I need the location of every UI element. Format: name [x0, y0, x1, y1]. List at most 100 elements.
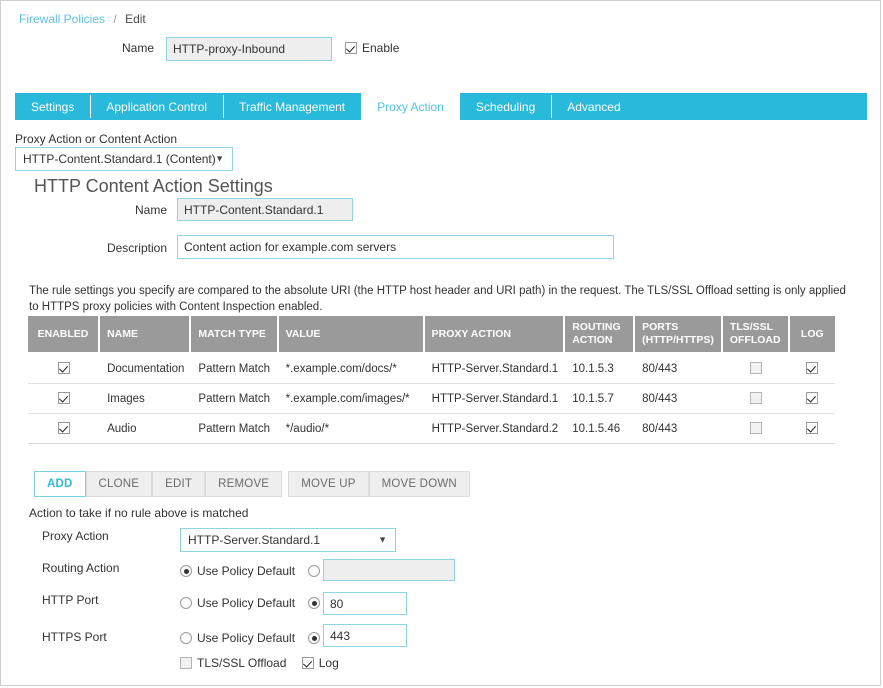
https-use-policy-default-label: Use Policy Default [197, 631, 295, 645]
row-ports-cell: 80/443 [635, 384, 723, 414]
content-action-description-input[interactable] [177, 235, 614, 259]
policy-enable-label: Enable [362, 41, 399, 55]
tab-advanced[interactable]: Advanced [551, 93, 636, 120]
http-use-policy-default-option[interactable]: Use Policy Default [180, 596, 295, 610]
move-down-button[interactable]: MOVE DOWN [369, 471, 470, 497]
row-log-cell[interactable] [790, 384, 835, 414]
log-toggle[interactable]: Log [302, 656, 339, 670]
https-use-policy-default-radio[interactable] [180, 632, 192, 644]
row-log-checkbox[interactable] [806, 392, 818, 404]
content-action-name-input[interactable] [177, 198, 353, 221]
move-up-button[interactable]: MOVE UP [288, 471, 368, 497]
row-tls-offload-cell[interactable] [723, 384, 790, 414]
breadcrumb-separator: / [113, 12, 116, 26]
column-header-name[interactable]: NAME [100, 316, 191, 354]
tls-ssl-offload-toggle[interactable]: TLS/SSL Offload [180, 656, 286, 670]
tab-proxy-action[interactable]: Proxy Action [361, 93, 460, 120]
column-header-value[interactable]: VALUE [279, 316, 425, 354]
tab-traffic-management[interactable]: Traffic Management [223, 93, 361, 120]
row-match-type-cell: Pattern Match [191, 414, 278, 444]
column-header-log[interactable]: LOG [790, 316, 835, 354]
default-proxy-action-select[interactable]: HTTP-Server.Standard.1 ▼ [180, 528, 396, 552]
http-use-radio[interactable] [308, 597, 320, 609]
add-button[interactable]: ADD [34, 471, 86, 497]
table-row[interactable]: Images Pattern Match *.example.com/image… [28, 384, 835, 414]
row-log-cell[interactable] [790, 354, 835, 384]
routing-use-radio[interactable] [308, 565, 320, 577]
column-header-routing-action[interactable]: ROUTING ACTION [565, 316, 635, 354]
row-ports-cell: 80/443 [635, 414, 723, 444]
breadcrumb-current-edit: Edit [125, 12, 146, 26]
content-action-description-label: Description [67, 241, 167, 255]
row-enabled-checkbox[interactable] [58, 362, 70, 374]
default-action-checkboxes: TLS/SSL Offload Log [180, 656, 351, 670]
row-tls-offload-checkbox[interactable] [750, 422, 762, 434]
row-enabled-checkbox[interactable] [58, 392, 70, 404]
row-value-cell: *.example.com/docs/* [279, 354, 425, 384]
tab-application-control[interactable]: Application Control [90, 93, 223, 120]
table-row[interactable]: Audio Pattern Match */audio/* HTTP-Serve… [28, 414, 835, 444]
table-row[interactable]: Documentation Pattern Match *.example.co… [28, 354, 835, 384]
log-checkbox[interactable] [302, 657, 314, 669]
row-log-checkbox[interactable] [806, 362, 818, 374]
https-port-input[interactable] [323, 624, 407, 647]
clone-button[interactable]: CLONE [86, 471, 153, 497]
routing-use-policy-default-radio[interactable] [180, 565, 192, 577]
http-port-input[interactable] [323, 592, 407, 615]
row-routing-action-cell: 10.1.5.3 [565, 354, 635, 384]
rules-info-text: The rule settings you specify are compar… [29, 283, 851, 315]
row-log-checkbox[interactable] [806, 422, 818, 434]
content-rules-table: ENABLED NAME MATCH TYPE VALUE PROXY ACTI… [28, 316, 835, 444]
default-http-port-label: HTTP Port [42, 593, 98, 607]
tab-scheduling[interactable]: Scheduling [460, 93, 551, 120]
content-rules-table-head: ENABLED NAME MATCH TYPE VALUE PROXY ACTI… [28, 316, 835, 354]
column-header-enabled[interactable]: ENABLED [28, 316, 100, 354]
breadcrumb-link-firewall-policies[interactable]: Firewall Policies [19, 12, 105, 26]
row-proxy-action-cell: HTTP-Server.Standard.1 [425, 384, 566, 414]
column-header-proxy-action[interactable]: PROXY ACTION [425, 316, 566, 354]
default-proxy-action-label: Proxy Action [42, 529, 109, 543]
row-name-cell: Audio [100, 414, 191, 444]
tab-settings[interactable]: Settings [15, 93, 90, 120]
breadcrumb: Firewall Policies / Edit [19, 12, 146, 26]
https-use-policy-default-option[interactable]: Use Policy Default [180, 631, 295, 645]
edit-button[interactable]: EDIT [152, 471, 205, 497]
row-routing-action-cell: 10.1.5.46 [565, 414, 635, 444]
http-use-policy-default-radio[interactable] [180, 597, 192, 609]
chevron-down-icon: ▼ [215, 155, 224, 164]
row-tls-offload-cell[interactable] [723, 354, 790, 384]
policy-enable-checkbox[interactable] [345, 42, 357, 54]
row-ports-cell: 80/443 [635, 354, 723, 384]
row-tls-offload-cell[interactable] [723, 414, 790, 444]
policy-enable-toggle[interactable]: Enable [345, 41, 399, 55]
https-use-radio[interactable] [308, 632, 320, 644]
column-header-tls-ssl-offload[interactable]: TLS/SSL OFFLOAD [723, 316, 790, 354]
proxy-action-select[interactable]: HTTP-Content.Standard.1 (Content) ▼ [15, 147, 233, 171]
remove-button[interactable]: REMOVE [205, 471, 282, 497]
proxy-action-select-value: HTTP-Content.Standard.1 (Content) [23, 152, 216, 166]
row-match-type-cell: Pattern Match [191, 354, 278, 384]
column-header-ports[interactable]: PORTS (HTTP/HTTPS) [635, 316, 723, 354]
default-routing-action-label: Routing Action [42, 561, 119, 575]
tab-bar-filler [637, 93, 867, 120]
row-enabled-cell[interactable] [28, 384, 100, 414]
default-action-heading: Action to take if no rule above is match… [29, 506, 248, 520]
row-enabled-cell[interactable] [28, 414, 100, 444]
page-title: HTTP Content Action Settings [34, 176, 273, 197]
routing-action-value-input[interactable] [323, 559, 455, 581]
tls-ssl-offload-checkbox[interactable] [180, 657, 192, 669]
row-enabled-cell[interactable] [28, 354, 100, 384]
routing-use-policy-default-option[interactable]: Use Policy Default [180, 564, 295, 578]
row-value-cell: */audio/* [279, 414, 425, 444]
firewall-policy-edit-page: Firewall Policies / Edit Name Enable Set… [0, 0, 881, 686]
row-log-cell[interactable] [790, 414, 835, 444]
row-tls-offload-checkbox[interactable] [750, 362, 762, 374]
column-header-match-type[interactable]: MATCH TYPE [191, 316, 278, 354]
row-tls-offload-checkbox[interactable] [750, 392, 762, 404]
policy-name-input[interactable] [166, 37, 332, 61]
row-name-cell: Images [100, 384, 191, 414]
row-enabled-checkbox[interactable] [58, 422, 70, 434]
tab-advanced-label: Advanced [567, 100, 620, 114]
routing-use-policy-default-label: Use Policy Default [197, 564, 295, 578]
policy-name-label: Name [114, 41, 154, 55]
